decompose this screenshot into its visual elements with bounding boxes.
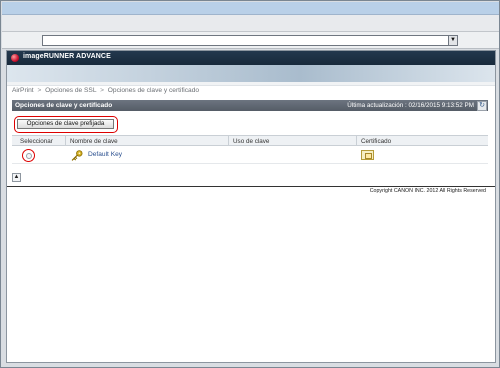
canon-logo-icon: [11, 54, 19, 62]
select-key-radio[interactable]: [26, 152, 32, 159]
copyright-text: Copyright CANON INC. 2012 All Rights Res…: [7, 186, 495, 196]
section-title: Opciones de clave y certificado: [15, 101, 113, 109]
address-dropdown-button[interactable]: ▼: [448, 35, 458, 46]
browser-address-bar: ▼: [2, 32, 499, 49]
column-separator: [356, 136, 357, 146]
select-radio-highlight: [22, 148, 35, 162]
breadcrumb-airprint[interactable]: AirPrint: [12, 87, 34, 94]
column-separator: [228, 136, 229, 146]
table-row: Default Key: [12, 146, 488, 164]
app-header: imageRUNNER ADVANCE: [7, 51, 495, 65]
breadcrumb: AirPrint > Opciones de SSL > Opciones de…: [12, 87, 199, 94]
app-title: imageRUNNER ADVANCE: [23, 53, 111, 60]
section-header: Opciones de clave y certificado Última a…: [12, 100, 488, 111]
page-top-icon: ▲: [13, 174, 20, 180]
key-icon: [71, 149, 83, 161]
preset-key-button-highlight: Opciones de clave prefijada: [14, 116, 118, 133]
preset-key-settings-button[interactable]: Opciones de clave prefijada: [17, 119, 114, 129]
browser-menu-bar: [2, 15, 499, 32]
header-subband: [7, 82, 495, 86]
key-name-link[interactable]: Default Key: [88, 151, 122, 158]
chevron-down-icon: ▼: [450, 37, 456, 43]
column-header-key-usage: Uso de clave: [233, 137, 270, 145]
table-header: Seleccionar Nombre de clave Uso de clave…: [12, 135, 488, 146]
address-input[interactable]: [42, 35, 458, 46]
column-header-key-name: Nombre de clave: [70, 137, 118, 145]
window-titlebar: [2, 2, 499, 15]
breadcrumb-separator: >: [37, 87, 42, 94]
page-viewport: imageRUNNER ADVANCE AirPrint > Opciones …: [6, 50, 496, 363]
page-top-button[interactable]: ▲: [12, 173, 21, 182]
column-separator: [65, 136, 66, 146]
column-header-select: Seleccionar: [20, 137, 53, 145]
breadcrumb-current: Opciones de clave y certificado: [107, 87, 200, 94]
breadcrumb-ssl-settings[interactable]: Opciones de SSL: [45, 87, 96, 94]
refresh-button[interactable]: ↻: [477, 100, 487, 111]
certificate-icon[interactable]: [361, 149, 374, 160]
breadcrumb-separator: >: [100, 87, 104, 94]
header-banner: [7, 65, 495, 82]
last-update-text: Última actualización : 02/16/2015 9:13:5…: [347, 101, 474, 109]
browser-window: ▼ imageRUNNER ADVANCE AirPrint > Opcione…: [0, 0, 500, 368]
refresh-icon: ↻: [479, 101, 485, 109]
column-header-certificate: Certificado: [361, 137, 392, 145]
